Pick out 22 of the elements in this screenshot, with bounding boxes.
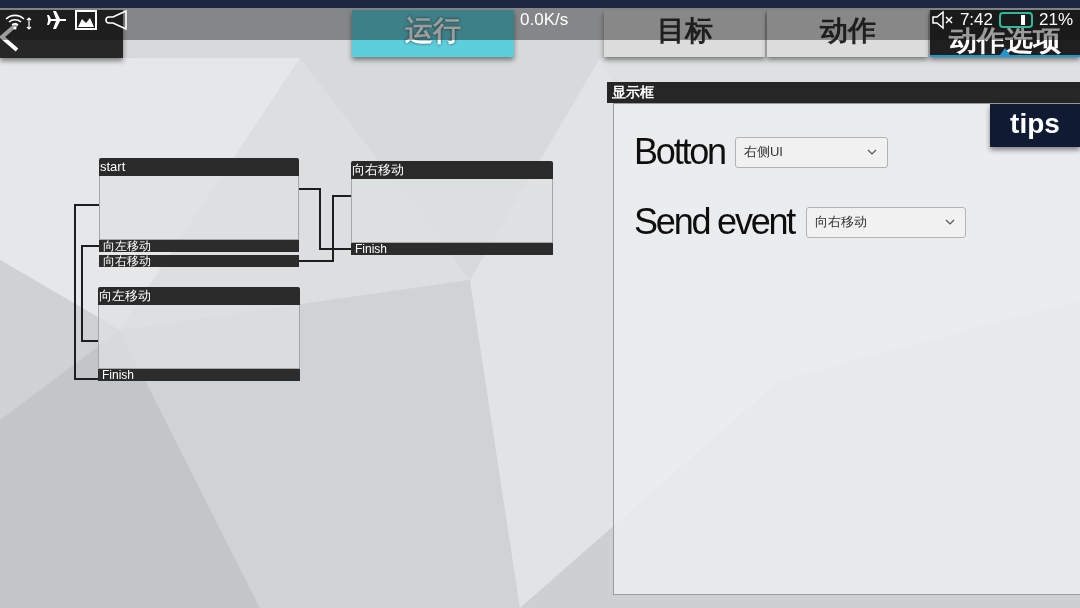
- chevron-left-icon: [0, 22, 18, 52]
- battery-icon: [998, 12, 1033, 28]
- node-output[interactable]: 向右移动: [99, 255, 299, 267]
- airplane-icon: [47, 10, 67, 30]
- megaphone-icon: [105, 10, 128, 30]
- panel-title: 显示框: [607, 82, 1080, 103]
- tab[interactable]: 目标: [604, 10, 765, 57]
- image-icon: [75, 10, 97, 30]
- node-output[interactable]: Finish: [351, 243, 553, 255]
- back-button[interactable]: [0, 10, 123, 58]
- network-speed: 0.0K/s: [520, 10, 569, 30]
- node-output[interactable]: Finish: [98, 369, 300, 381]
- field-label: Botton: [634, 131, 725, 173]
- node-output[interactable]: 向左移动: [99, 240, 299, 252]
- tab[interactable]: 动作: [767, 10, 928, 57]
- battery-level: 21%: [1038, 10, 1073, 29]
- node-header[interactable]: 向左移动: [98, 287, 300, 305]
- connector-line: [298, 195, 352, 262]
- node-header[interactable]: start: [99, 158, 299, 176]
- field-label: Send event: [634, 201, 795, 243]
- node-header[interactable]: 向右移动: [351, 161, 553, 179]
- connector-line: [298, 188, 352, 250]
